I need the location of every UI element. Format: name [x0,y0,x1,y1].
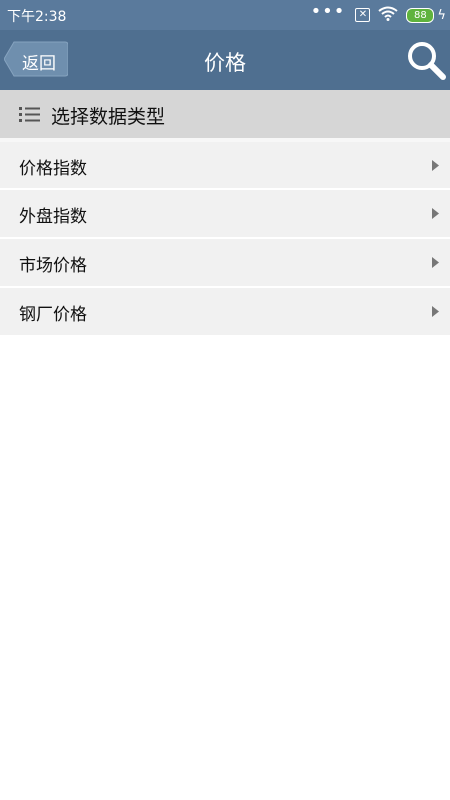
search-button[interactable] [404,39,448,83]
list-item-label: 外盘指数 [19,207,87,227]
section-header: 选择数据类型 [0,90,450,138]
search-icon [408,42,446,80]
chevron-right-icon [432,257,439,268]
status-time: 下午2:38 [7,9,67,25]
page-title: 价格 [204,51,246,75]
list-item-market-price[interactable]: 市场价格 [0,237,450,286]
section-title: 选择数据类型 [51,106,166,128]
list-item-mill-price[interactable]: 钢厂价格 [0,286,450,335]
status-icons: ••• ✕ 88 ϟ [310,1,446,25]
more-dots-icon: ••• [310,1,346,22]
title-bar: 返回 价格 [0,30,450,90]
chevron-right-icon [432,208,439,219]
list-item-label: 市场价格 [19,256,87,276]
data-type-list: 价格指数 外盘指数 市场价格 钢厂价格 [0,138,450,335]
list-item-price-index[interactable]: 价格指数 [0,138,450,188]
chevron-right-icon [432,160,439,171]
list-item-label: 价格指数 [19,159,87,179]
list-icon [19,107,40,122]
chevron-right-icon [432,306,439,317]
status-bar: 下午2:38 ••• ✕ 88 ϟ [0,0,450,30]
battery-icon: 88 [406,7,435,23]
charging-icon: ϟ [437,7,446,23]
list-item-label: 钢厂价格 [19,305,87,325]
wifi-icon [378,6,399,25]
no-sim-icon: ✕ [355,8,371,22]
list-item-external-index[interactable]: 外盘指数 [0,188,450,237]
